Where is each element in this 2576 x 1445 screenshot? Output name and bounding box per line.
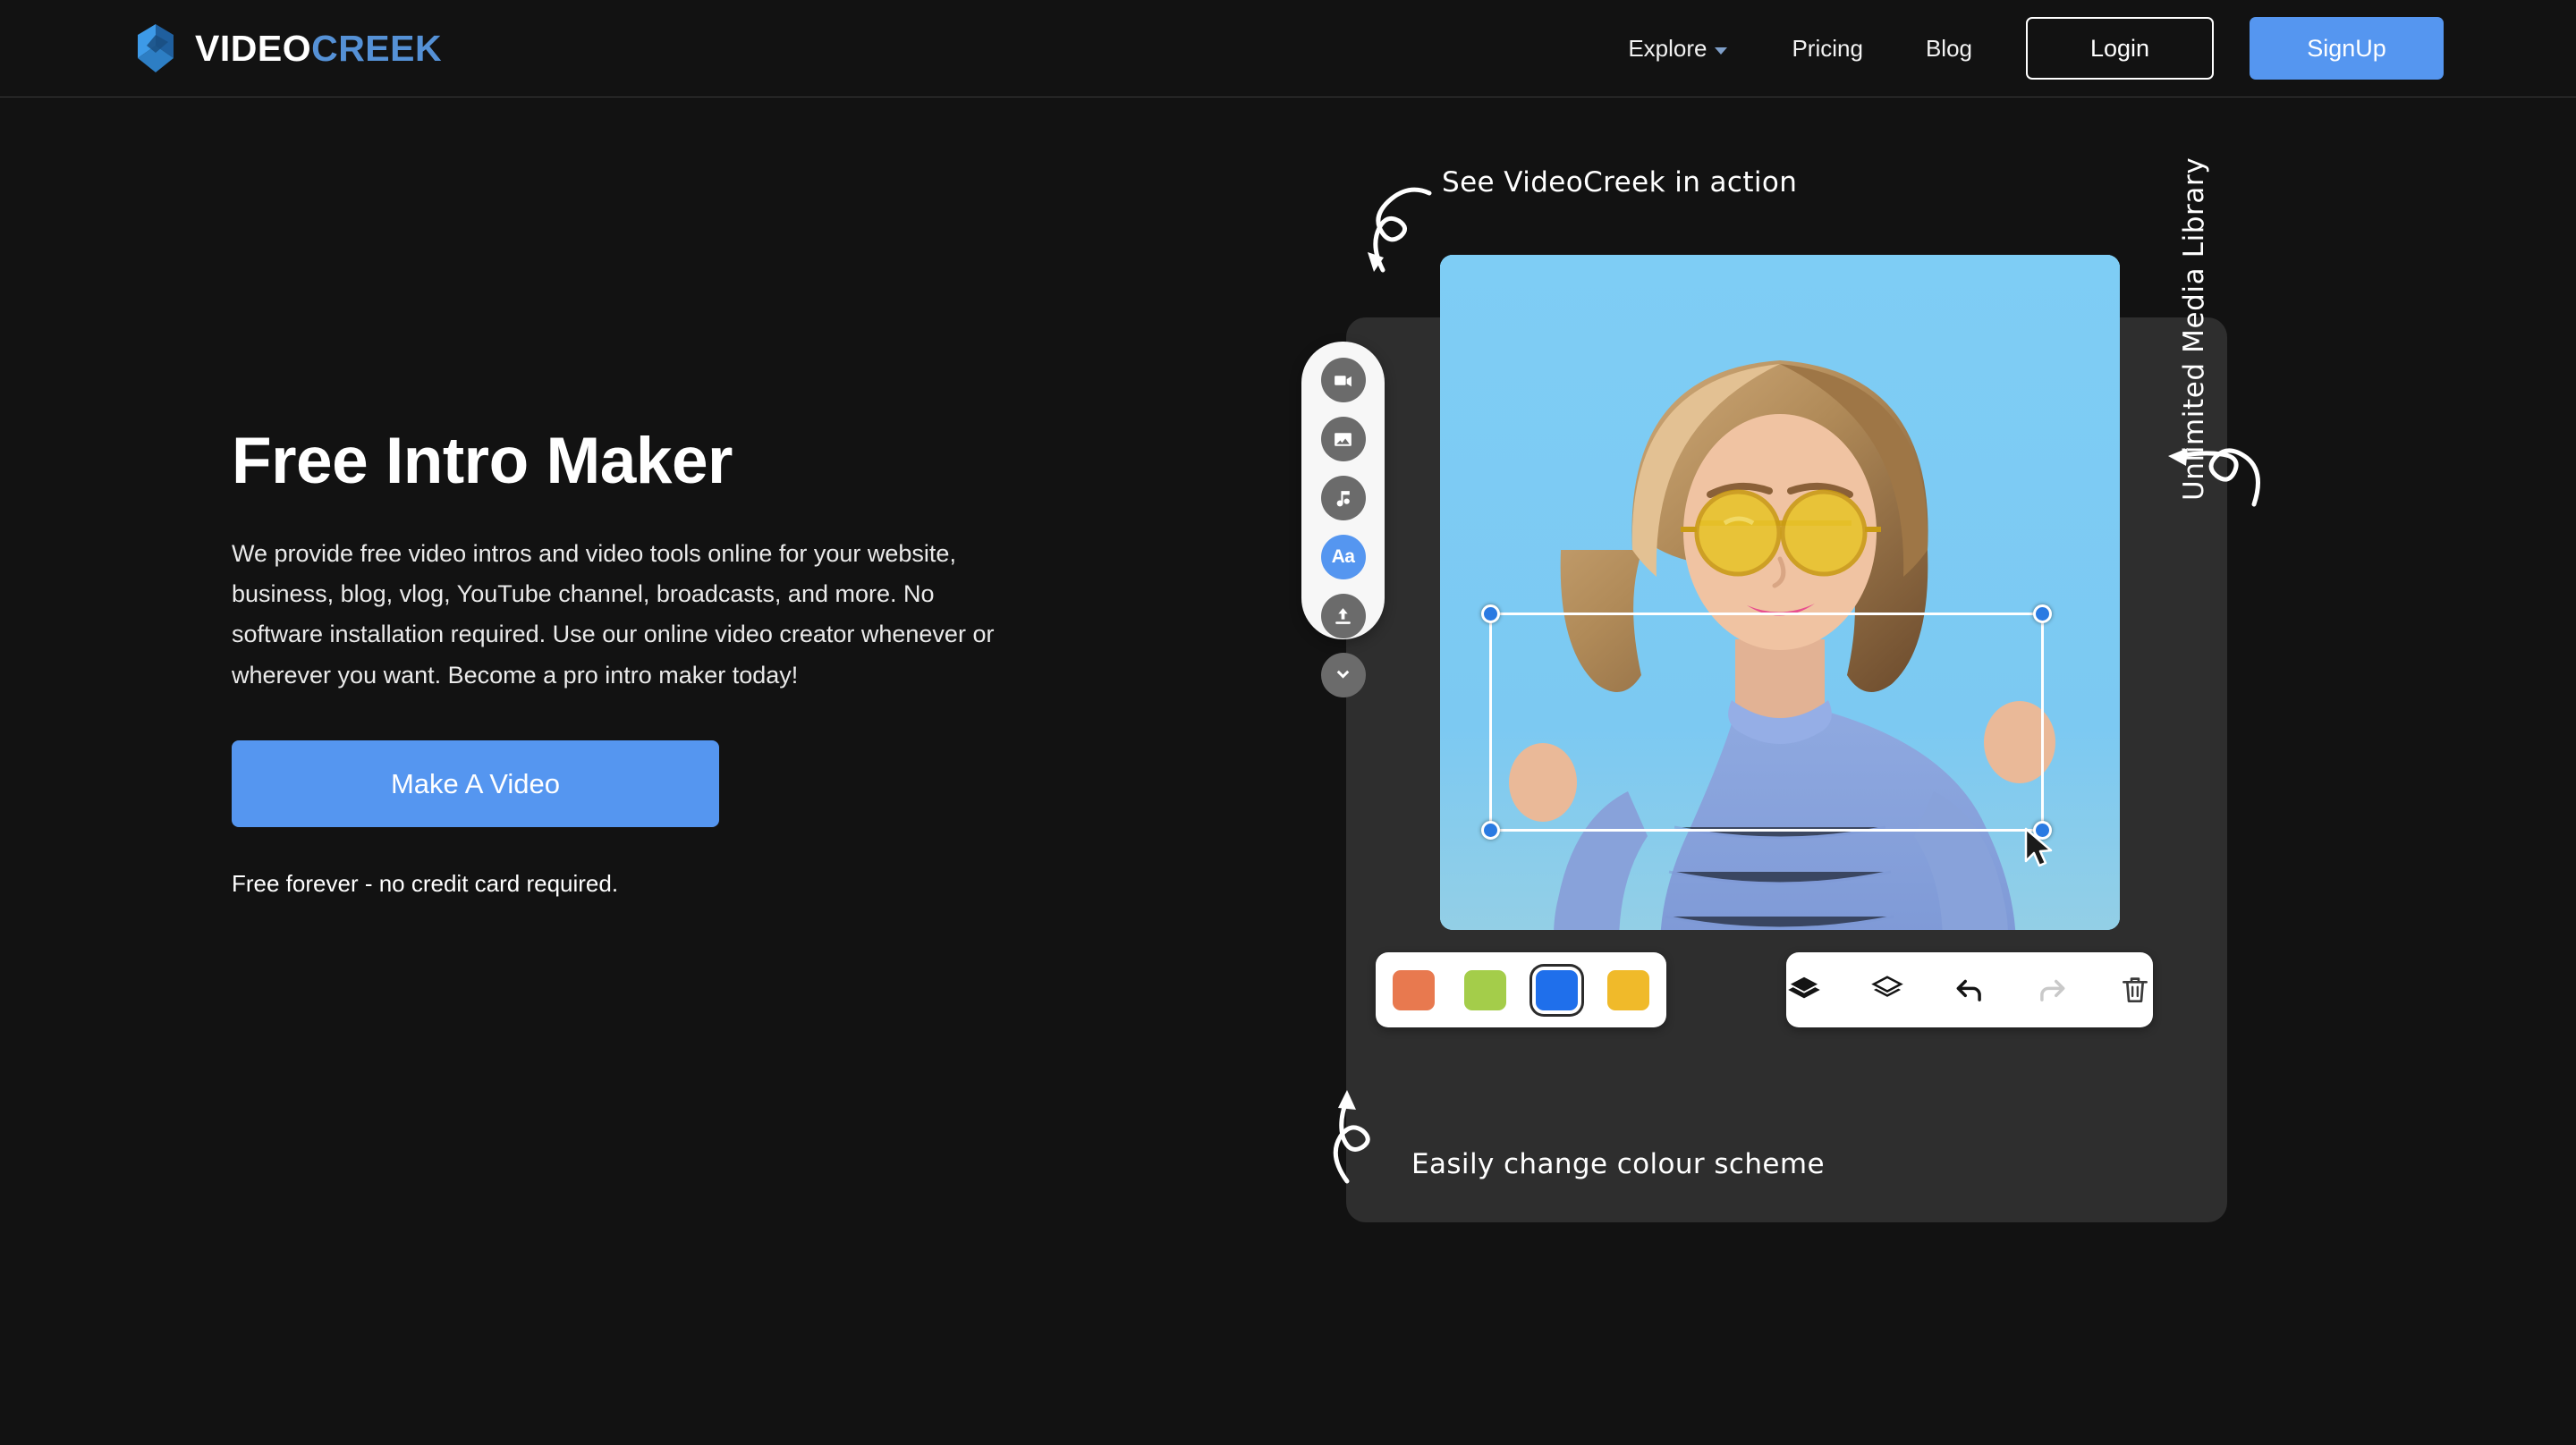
selection-box[interactable] xyxy=(1481,604,2053,867)
music-note-icon xyxy=(1336,490,1350,506)
logo-text: VIDEOCREEK xyxy=(195,30,442,67)
music-tool-button[interactable] xyxy=(1320,476,1366,520)
bring-to-front-button[interactable] xyxy=(1786,971,1822,1009)
site-header: VIDEOCREEK Explore Pricing Blog Login Si… xyxy=(0,0,2576,97)
signup-button[interactable]: SignUp xyxy=(2250,17,2444,80)
upload-tool-button[interactable] xyxy=(1320,594,1366,638)
selection-handle-top-left[interactable] xyxy=(1481,604,1500,623)
text-tool-button[interactable]: Aa xyxy=(1320,535,1366,579)
annotation-arrow-top xyxy=(1368,187,1432,273)
cube-logo-icon xyxy=(138,24,174,72)
video-tool-button[interactable] xyxy=(1320,358,1366,402)
trash-icon xyxy=(2122,977,2148,1003)
annotation-arrow-bottom xyxy=(1333,1090,1370,1184)
color-swatch-gold[interactable] xyxy=(1607,969,1649,1010)
chevron-down-icon xyxy=(1715,47,1728,55)
redo-arrow-icon xyxy=(2040,979,2065,1001)
color-swatch-blue-selected[interactable] xyxy=(1536,969,1578,1010)
color-swatch-green[interactable] xyxy=(1464,969,1506,1010)
hero-section: Free Intro Maker We provide free video i… xyxy=(232,427,1037,898)
chevron-down-icon xyxy=(1336,670,1350,679)
layers-front-icon xyxy=(1788,976,1820,999)
layers-back-icon xyxy=(1870,976,1903,997)
image-tool-button[interactable] xyxy=(1320,417,1366,461)
selection-handle-top-right[interactable] xyxy=(2033,604,2052,623)
annotation-right-text: Unlimited Media Library xyxy=(2178,156,2210,501)
hero-description: We provide free video intros and video t… xyxy=(232,539,995,689)
annotation-bottom-text: Easily change colour scheme xyxy=(1411,1148,1825,1180)
send-to-back-button[interactable] xyxy=(1868,971,1904,1009)
undo-arrow-icon xyxy=(1956,979,1981,1001)
color-scheme-bar xyxy=(1376,952,1666,1027)
nav-explore-label: Explore xyxy=(1628,34,1707,62)
logo[interactable]: VIDEOCREEK xyxy=(132,22,442,74)
selection-handle-bottom-left[interactable] xyxy=(1481,821,1500,840)
more-tool-button[interactable] xyxy=(1320,653,1366,697)
nav-item-pricing[interactable]: Pricing xyxy=(1792,35,1862,63)
editor-action-bar xyxy=(1786,952,2153,1027)
mouse-cursor-icon xyxy=(2024,827,2053,867)
editor-tool-rail: Aa xyxy=(1301,342,1385,697)
logo-text-video: VIDEO xyxy=(195,27,312,69)
undo-button[interactable] xyxy=(1952,971,1987,1009)
delete-button[interactable] xyxy=(2117,971,2153,1009)
upload-icon xyxy=(1335,607,1351,624)
main-nav: Explore Pricing Blog Login SignUp xyxy=(1628,17,2576,80)
color-swatch-salmon[interactable] xyxy=(1393,969,1435,1010)
annotation-top-text: See VideoCreek in action xyxy=(1442,166,1798,199)
hero-note: Free forever - no credit card required. xyxy=(232,870,619,898)
redo-button[interactable] xyxy=(2034,971,2070,1009)
image-icon xyxy=(1335,432,1352,446)
nav-item-explore[interactable]: Explore xyxy=(1628,34,1728,63)
text-aa-icon: Aa xyxy=(1331,546,1355,567)
video-canvas[interactable] xyxy=(1440,255,2120,930)
nav-item-blog[interactable]: Blog xyxy=(1926,35,1972,63)
video-camera-icon xyxy=(1335,375,1352,386)
logo-text-creek: CREEK xyxy=(311,27,443,69)
page-title: Free Intro Maker xyxy=(232,425,733,497)
login-button[interactable]: Login xyxy=(2026,17,2214,80)
make-a-video-button[interactable]: Make A Video xyxy=(232,740,719,828)
